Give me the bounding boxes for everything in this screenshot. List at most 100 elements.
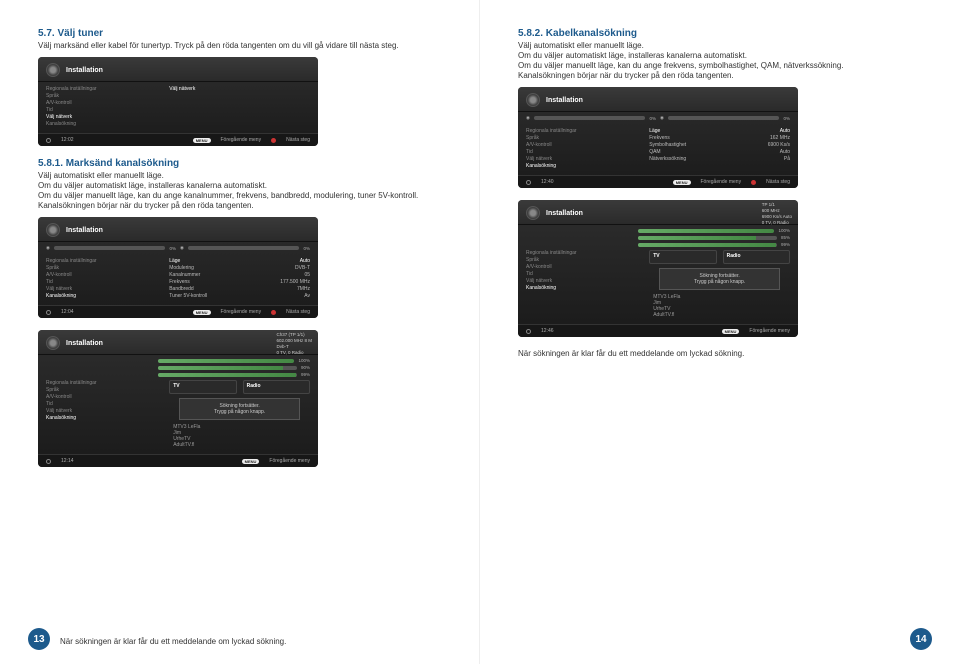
ss-body: Regionala inställningar Språk A/V-kontro…	[38, 82, 318, 133]
ss-menu: Regionala inställningar Språk A/V-kontro…	[46, 380, 161, 448]
pbar-icon: ◉	[526, 115, 530, 121]
ss-title: Installation	[66, 227, 103, 234]
menu-item: Regionala inställningar	[526, 250, 641, 256]
setting-row: LägeAuto	[649, 128, 790, 134]
scan-message: Sökning fortsätter. Trygg på någon knapp…	[179, 398, 300, 420]
ss-title: Installation	[66, 340, 103, 347]
scan-info: Ch37 (TP 1/1) 602.000 MHz 8 M Dvb-T 0 TV…	[276, 332, 312, 355]
menu-item: Tid	[526, 149, 641, 155]
ss-body: Regionala inställningar Språk A/V-kontro…	[518, 124, 798, 175]
menu-item: Språk	[46, 387, 161, 393]
screenshot-kabel-scan: Installation TP 1/1 600 MHz 6900 Ks/s Au…	[518, 200, 798, 337]
menu-item: Regionala inställningar	[46, 258, 161, 264]
progress-bar	[54, 246, 166, 250]
setting-row: Bandbredd7MHz	[169, 286, 310, 292]
below-text-right: När sökningen är klar får du ett meddela…	[518, 349, 922, 359]
gear-icon	[526, 93, 540, 107]
pct: 85%	[781, 235, 790, 240]
gear-icon	[526, 206, 540, 220]
menu-item-selected: Kanalsökning	[46, 415, 161, 421]
section-body-5-7: Välj marksänd eller kabel för tunertyp. …	[38, 41, 441, 51]
time: 12:14	[61, 458, 74, 464]
screenshot-marksand-settings: Installation ◉ 0% ◉ 0% Regionala inställ…	[38, 217, 318, 318]
menu-item-selected: Välj nätverk	[46, 114, 161, 120]
pct: 99%	[301, 372, 310, 377]
setting-row: Kanalnummer05	[169, 272, 310, 278]
screenshot-kabel-settings: Installation ◉ 0% ◉ 0% Regionala inställ…	[518, 87, 798, 188]
menu-item: Språk	[526, 135, 641, 141]
pct: 100%	[778, 228, 790, 233]
gear-icon	[46, 336, 60, 350]
red-dot-icon	[271, 310, 276, 315]
screenshot-marksand-scan: Installation Ch37 (TP 1/1) 602.000 MHz 8…	[38, 330, 318, 467]
page-number-right: 14	[910, 628, 932, 650]
menu-item: Välj nätverk	[526, 278, 641, 284]
progress-bar	[638, 243, 777, 247]
progress-bar	[188, 246, 300, 250]
radio-column: Radio	[723, 250, 790, 264]
menu-item: Tid	[526, 271, 641, 277]
ss-content: LägeAuto ModuleringDVB-T Kanalnummer05 F…	[169, 258, 310, 299]
ss-header: Installation	[518, 87, 798, 112]
pct: 99%	[781, 242, 790, 247]
ss-footer: 12:04 MENU Föregående meny Nästa steg	[38, 305, 318, 318]
clock-icon	[46, 310, 51, 315]
radio-column: Radio	[243, 380, 310, 394]
pct: 0%	[783, 116, 790, 121]
tv-column: TV	[649, 250, 716, 264]
section-title-5-8-1: 5.8.1. Marksänd kanalsökning	[38, 158, 441, 169]
menu-label: Föregående meny	[701, 179, 742, 185]
pct: 0%	[649, 116, 656, 121]
menu-item: Tid	[46, 279, 161, 285]
next-label: Nästa steg	[286, 309, 310, 315]
page-right: 5.8.2. Kabelkanalsökning Välj automatisk…	[480, 0, 960, 664]
ss-title: Installation	[66, 67, 103, 74]
progress-row: 99%	[638, 241, 790, 248]
ss-footer: 12:46 MENU Föregående meny	[518, 324, 798, 337]
menu-item-selected: Kanalsökning	[46, 293, 161, 299]
menu-item-selected: Kanalsökning	[526, 285, 641, 291]
page-spread: 5.7. Välj tuner Välj marksänd eller kabe…	[0, 0, 960, 664]
progress-bar	[158, 359, 294, 363]
ss-footer: 12:14 MENU Föregående meny	[38, 454, 318, 467]
menu-item: A/V-kontroll	[46, 394, 161, 400]
progress-bar	[534, 116, 646, 120]
menu-button-pill: MENU	[673, 180, 691, 185]
section-title-5-7: 5.7. Välj tuner	[38, 28, 441, 39]
ss-menu: Regionala inställningar Språk A/V-kontro…	[46, 86, 161, 127]
pct: 100%	[298, 358, 310, 363]
scan-info: TP 1/1 600 MHz 6900 Ks/s Auto 0 TV, 0 Ra…	[762, 202, 792, 225]
progress-row: 99%	[158, 371, 310, 378]
ss-scan-columns: TV Radio Sökning fortsätter. Trygg på nå…	[649, 250, 790, 318]
menu-item: Språk	[46, 93, 161, 99]
menu-item: Tid	[46, 401, 161, 407]
progress-row: 85%	[638, 234, 790, 241]
clock-icon	[526, 180, 531, 185]
ss-content: Välj nätverk	[169, 86, 310, 127]
next-label: Nästa steg	[766, 179, 790, 185]
pct: 0%	[169, 246, 176, 251]
menu-item: A/V-kontroll	[46, 100, 161, 106]
progress-bar	[638, 236, 777, 240]
menu-item-selected: Kanalsökning	[526, 163, 641, 169]
setting-row: LägeAuto	[169, 258, 310, 264]
progress-bar	[158, 366, 297, 370]
ss-body: Regionala inställningar Språk A/V-kontro…	[38, 254, 318, 305]
setting-row: QAMAuto	[649, 149, 790, 155]
ss-footer: 12:02 MENU Föregående meny Nästa steg	[38, 133, 318, 146]
menu-item: Kanalsökning	[46, 121, 161, 127]
time: 12:40	[541, 179, 554, 185]
pbar-icon: ◉	[180, 245, 184, 251]
pct: 90%	[301, 365, 310, 370]
red-dot-icon	[751, 180, 756, 185]
pbar-icon: ◉	[660, 115, 664, 121]
menu-label: Föregående meny	[749, 328, 790, 334]
progress-row: 100%	[158, 357, 310, 364]
scan-message: Sökning fortsätter. Trygg på någon knapp…	[659, 268, 780, 290]
screenshot-valj-natverk: Installation Regionala inställningar Spr…	[38, 57, 318, 146]
menu-item: Tid	[46, 107, 161, 113]
setting-row: ModuleringDVB-T	[169, 265, 310, 271]
clock-icon	[46, 138, 51, 143]
pct: 0%	[303, 246, 310, 251]
red-dot-icon	[271, 138, 276, 143]
